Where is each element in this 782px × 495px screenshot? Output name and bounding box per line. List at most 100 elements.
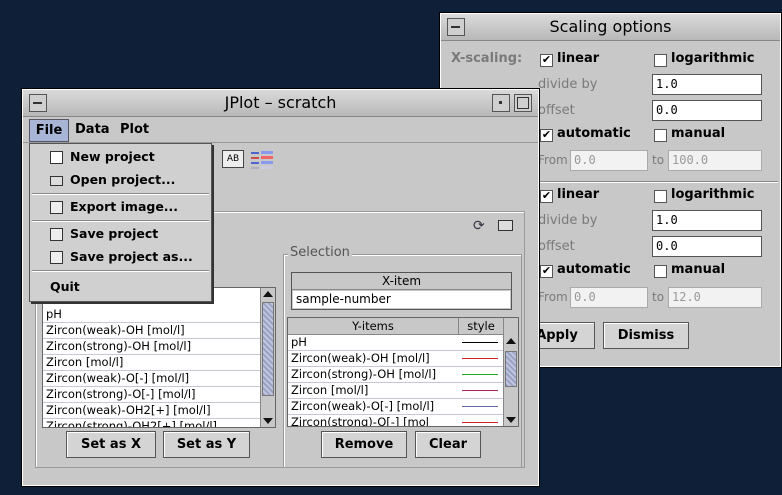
legend-icon-svg — [251, 151, 273, 169]
x-divide-input[interactable]: 1.0 — [652, 74, 762, 95]
scroll-down-arrow[interactable] — [263, 418, 273, 424]
y-item-label: Zircon [mol/l] — [291, 383, 369, 397]
variables-list-item[interactable]: Zircon(strong)-OH [mol/l] — [43, 339, 260, 355]
file-menu: New project Open project... Export image… — [29, 143, 212, 302]
x-item-value[interactable]: sample-number — [293, 291, 510, 308]
style-line-swatch[interactable] — [462, 342, 498, 343]
y-item-label: Zircon(weak)-OH [mol/l] — [291, 351, 430, 365]
y-offset-label: offset — [538, 239, 575, 254]
style-line-swatch[interactable] — [462, 390, 498, 391]
variables-list-item[interactable]: pH — [43, 307, 260, 323]
refresh-icon[interactable]: ⟳ — [473, 218, 485, 234]
x-offset-input[interactable]: 0.0 — [652, 100, 762, 121]
y-manual-checkbox[interactable] — [654, 265, 667, 278]
window-menu-button[interactable] — [29, 94, 47, 112]
maximize-button[interactable] — [514, 94, 532, 112]
y-items-header-label: Y-items — [352, 319, 394, 333]
dismiss-button[interactable]: Dismiss — [603, 322, 689, 349]
y-item-label: pH — [291, 335, 307, 349]
open-folder-icon[interactable] — [498, 220, 513, 231]
x-linear-checkbox[interactable]: ✔ — [540, 54, 553, 67]
variables-scrollbar[interactable] — [260, 288, 275, 427]
scroll-up-arrow[interactable] — [263, 291, 273, 297]
y-items-table[interactable]: Y-items style pH Zircon(weak)-OH [mol/l] Z… — [287, 317, 519, 427]
y-scroll-down-arrow[interactable] — [506, 417, 516, 423]
scaling-title: Scaling options — [549, 17, 672, 36]
menu-item-save-project[interactable]: Save project — [30, 223, 211, 245]
variables-list-item[interactable]: Zircon(weak)-OH2[+] [mol/l] — [43, 403, 260, 419]
x-to-label: to — [652, 153, 665, 167]
minimize-button[interactable] — [492, 94, 510, 112]
new-file-icon — [50, 151, 63, 164]
menu-plot[interactable]: Plot — [120, 122, 149, 137]
y-offset-input[interactable]: 0.0 — [652, 236, 762, 257]
y-linear-checkbox[interactable]: ✔ — [540, 190, 553, 203]
y-items-row[interactable]: pH — [288, 335, 503, 351]
style-line-swatch[interactable] — [462, 422, 498, 423]
x-to-input[interactable]: 100.0 — [668, 150, 762, 171]
y-scroll-thumb[interactable] — [505, 351, 517, 387]
y-items-row[interactable]: Zircon [mol/l] — [288, 383, 503, 399]
menu-item-open-project[interactable]: Open project... — [30, 169, 211, 191]
x-log-checkbox[interactable] — [654, 54, 667, 67]
y-items-row[interactable]: Zircon(strong)-O[-] [mol — [288, 415, 503, 426]
variables-list-item[interactable]: Zircon(strong)-O[-] [mol/l] — [43, 387, 260, 403]
variables-list-item[interactable]: Zircon(weak)-O[-] [mol/l] — [43, 371, 260, 387]
variables-list-item[interactable]: Zircon [mol/l] — [43, 355, 260, 371]
x-automatic-checkbox[interactable]: ✔ — [540, 129, 553, 142]
x-log-label: logarithmic — [671, 51, 755, 66]
new-project-label: New project — [70, 149, 155, 164]
y-items-row[interactable]: Zircon(strong)-OH [mol/l] — [288, 367, 503, 383]
variables-list-item[interactable]: Zircon(weak)-OH [mol/l] — [43, 323, 260, 339]
menu-separator — [32, 220, 209, 222]
open-project-label: Open project... — [70, 172, 176, 187]
menu-file[interactable]: File — [29, 119, 69, 142]
menu-item-save-project-as[interactable]: Save project as... — [30, 246, 211, 268]
x-from-input[interactable]: 0.0 — [570, 150, 648, 171]
y-manual-label: manual — [671, 262, 726, 277]
y-from-label: From — [538, 290, 568, 304]
ab-text-icon[interactable]: AB — [222, 150, 244, 168]
menu-item-export-image[interactable]: Export image... — [30, 196, 211, 218]
x-manual-label: manual — [671, 126, 726, 141]
y-items-scrollbar[interactable] — [503, 318, 518, 426]
x-linear-label: linear — [557, 51, 600, 66]
y-divide-input[interactable]: 1.0 — [652, 210, 762, 231]
variables-list-item[interactable]: Zircon(strong)-OH2[+] [mol/l] — [43, 419, 260, 427]
save-project-as-label: Save project as... — [70, 249, 193, 264]
jplot-titlebar[interactable]: JPlot – scratch — [23, 90, 538, 117]
style-line-swatch[interactable] — [462, 374, 498, 375]
y-automatic-label: automatic — [557, 262, 631, 277]
x-offset-label: offset — [538, 103, 575, 118]
y-from-input[interactable]: 0.0 — [570, 287, 648, 308]
menu-separator — [32, 270, 209, 272]
y-to-input[interactable]: 12.0 — [668, 287, 762, 308]
menu-item-new-project[interactable]: New project — [30, 146, 211, 168]
style-line-swatch[interactable] — [462, 358, 498, 359]
remove-button[interactable]: Remove — [321, 431, 407, 458]
y-items-rows: pH Zircon(weak)-OH [mol/l] Zircon(strong)-… — [288, 335, 503, 426]
menu-data[interactable]: Data — [75, 122, 110, 137]
y-automatic-checkbox[interactable]: ✔ — [540, 265, 553, 278]
set-as-x-button[interactable]: Set as X — [66, 431, 156, 458]
y-items-row[interactable]: Zircon(weak)-O[-] [mol/l] — [288, 399, 503, 415]
quit-label: Quit — [50, 279, 80, 294]
window-menu-button[interactable] — [447, 18, 465, 36]
y-items-row[interactable]: Zircon(weak)-OH [mol/l] — [288, 351, 503, 367]
set-as-y-button[interactable]: Set as Y — [163, 431, 250, 458]
style-line-swatch[interactable] — [462, 406, 498, 407]
y-scroll-up-arrow[interactable] — [506, 338, 516, 344]
scroll-thumb[interactable] — [262, 302, 274, 396]
variables-list[interactable]: pH Zircon(weak)-OH [mol/l] Zircon(strong)-… — [42, 287, 276, 428]
scaling-titlebar[interactable]: Scaling options — [441, 14, 780, 41]
x-manual-checkbox[interactable] — [654, 129, 667, 142]
legend-icon[interactable] — [250, 150, 276, 170]
clear-button[interactable]: Clear — [415, 431, 481, 458]
x-divide-label: divide by — [538, 77, 598, 92]
menubar: File Data Plot — [23, 117, 538, 143]
y-log-checkbox[interactable] — [654, 190, 667, 203]
style-header: style — [459, 318, 503, 335]
x-automatic-label: automatic — [557, 126, 631, 141]
menu-item-quit[interactable]: Quit — [30, 276, 211, 298]
variables-list-rows: pH Zircon(weak)-OH [mol/l] Zircon(strong)-… — [43, 307, 260, 427]
